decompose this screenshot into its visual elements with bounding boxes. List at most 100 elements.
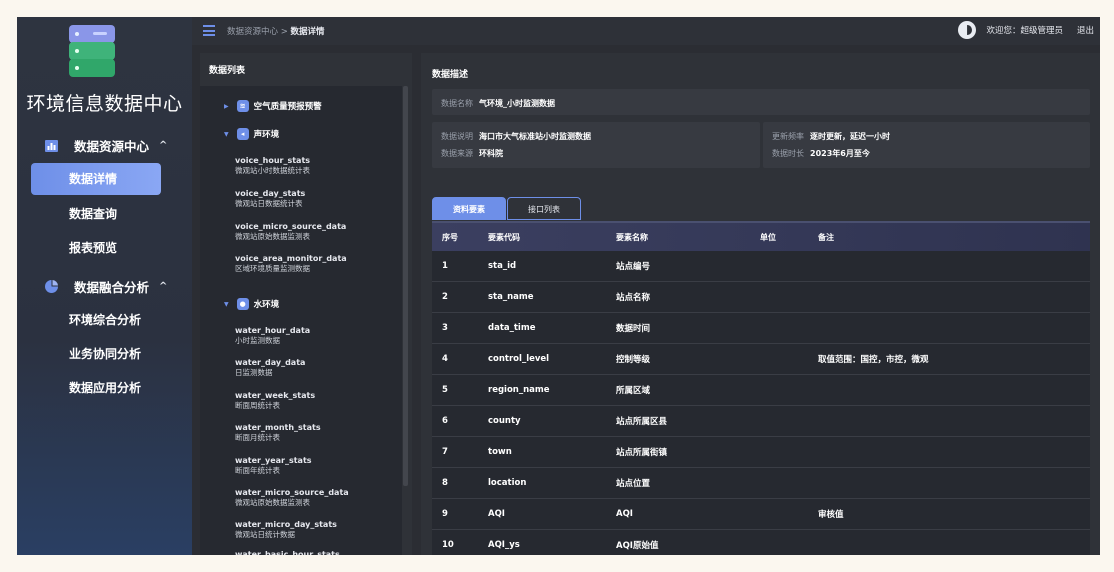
- table-cell: control_level: [488, 354, 550, 364]
- field-label: 更新频率: [772, 132, 804, 141]
- field-label: 数据说明: [441, 132, 473, 141]
- table-cell: location: [488, 478, 527, 488]
- tree-group-label: 水环境: [253, 300, 280, 310]
- tree-group-air[interactable]: ▶ ≋ 空气质量预报预警: [224, 100, 322, 112]
- table-row[interactable]: 8 location 站点位置: [432, 468, 1090, 499]
- avatar[interactable]: [958, 21, 977, 39]
- chevron-up-icon: ^: [159, 140, 168, 151]
- table-cell: 4: [442, 354, 448, 364]
- menu-toggle-icon[interactable]: [203, 25, 215, 36]
- data-info-right: 更新频率 逐时更新，延迟一小时 数据时长 2023年6月至今: [763, 122, 1090, 168]
- nav-item-data-detail[interactable]: 数据详情: [31, 163, 161, 195]
- tab-api-list[interactable]: 接口列表: [507, 197, 581, 220]
- list-item[interactable]: voice_area_monitor_data 区域环境质量监测数据: [235, 254, 347, 274]
- table-cell: 10: [442, 540, 454, 550]
- caret-down-icon: ▼: [224, 300, 229, 308]
- field-label: 数据名称: [441, 99, 473, 108]
- table-cell: sta_id: [488, 261, 517, 271]
- list-item[interactable]: voice_micro_source_data 微观站原始数据监测表: [235, 222, 346, 242]
- nav-group-label: 数据融合分析: [74, 280, 150, 295]
- nav-item-business-analysis[interactable]: 业务协同分析: [31, 338, 161, 370]
- table-row[interactable]: 2 sta_name 站点名称: [432, 282, 1090, 313]
- air-quality-icon: ≋: [236, 100, 249, 112]
- tree-group-noise[interactable]: ▼ ◂ 声环境: [224, 128, 279, 140]
- table-cell: 3: [442, 323, 448, 333]
- table-row[interactable]: 3 data_time 数据时间: [432, 313, 1090, 344]
- table-cell: AQI_ys: [488, 540, 520, 550]
- list-item[interactable]: water_month_stats 断面月统计表: [235, 423, 321, 443]
- table-cell: 1: [442, 261, 448, 271]
- app-window: 环境信息数据中心 数据资源中心 ^ 数据详情 数据查询 报表预览 数据融合分析 …: [17, 17, 1100, 555]
- table-cell: AQI原始值: [616, 541, 659, 551]
- header-unit: 单位: [760, 232, 776, 242]
- data-detail-panel: 数据描述 数据名称 气环境_小时监测数据 数据说明 海口市大气标准站小时监测数据…: [421, 53, 1100, 555]
- header-code: 要素代码: [488, 232, 520, 242]
- nav-item-app-analysis[interactable]: 数据应用分析: [31, 372, 161, 404]
- list-item[interactable]: water_week_stats 断面周统计表: [235, 391, 315, 411]
- header-remark: 备注: [818, 232, 834, 242]
- table-cell: 6: [442, 416, 448, 426]
- list-item[interactable]: water_basic_hour_stats: [235, 550, 340, 555]
- nav-group-data-resource[interactable]: 数据资源中心 ^: [44, 136, 167, 155]
- table-cell: county: [488, 416, 521, 426]
- table-row[interactable]: 4 control_level 控制等级 取值范围：国控，市控，微观: [432, 344, 1090, 375]
- list-item[interactable]: water_micro_day_stats 微观站日统计数据: [235, 520, 337, 540]
- table-cell: 5: [442, 385, 448, 395]
- nav-group-data-fusion[interactable]: 数据融合分析 ^: [44, 277, 167, 296]
- table-cell: data_time: [488, 323, 536, 333]
- list-item[interactable]: water_day_data 日监测数据: [235, 358, 305, 378]
- nav-item-data-query[interactable]: 数据查询: [31, 198, 161, 230]
- tree-group-water[interactable]: ▼ ● 水环境: [224, 298, 279, 310]
- water-icon: ●: [236, 298, 249, 310]
- table-cell: 8: [442, 478, 448, 488]
- data-chart-icon: [44, 139, 58, 153]
- data-list-panel: 数据列表 ▶ ≋ 空气质量预报预警 ▼ ◂ 声环境 voice_hour_sta…: [200, 53, 412, 555]
- table-row[interactable]: 6 county 站点所属区县: [432, 406, 1090, 437]
- field-label: 数据来源: [441, 149, 473, 158]
- breadcrumb-current: 数据详情: [290, 27, 325, 37]
- list-item[interactable]: voice_hour_stats 微观站小时数据统计表: [235, 156, 310, 176]
- table-row[interactable]: 5 region_name 所属区域: [432, 375, 1090, 406]
- list-scrollbar[interactable]: [403, 86, 408, 486]
- database-logo-icon: [67, 25, 123, 83]
- list-item[interactable]: voice_day_stats 微观站日数据统计表: [235, 189, 305, 209]
- data-source-value: 环科院: [479, 149, 503, 158]
- table-cell: sta_name: [488, 292, 534, 302]
- list-item[interactable]: water_micro_source_data 微观站原始数据监测表: [235, 488, 349, 508]
- brand-title: 环境信息数据中心: [26, 93, 183, 115]
- update-frequency-value: 逐时更新，延迟一小时: [810, 132, 890, 141]
- table-cell: 取值范围：国控，市控，微观: [818, 355, 929, 365]
- detail-tabs: 资料要素 接口列表: [432, 197, 582, 220]
- data-desc-value: 海口市大气标准站小时监测数据: [479, 132, 591, 141]
- sidebar: 环境信息数据中心 数据资源中心 ^ 数据详情 数据查询 报表预览 数据融合分析 …: [17, 17, 192, 555]
- table-row[interactable]: 1 sta_id 站点编号: [432, 251, 1090, 282]
- list-item[interactable]: water_hour_data 小时监测数据: [235, 326, 310, 346]
- breadcrumb-parent[interactable]: 数据资源中心: [227, 27, 278, 37]
- table-cell: 站点编号: [616, 262, 651, 272]
- header-name: 要素名称: [616, 232, 648, 242]
- table-row[interactable]: 9 AQI AQI 审核值: [432, 499, 1090, 530]
- table-cell: 站点位置: [616, 479, 651, 489]
- table-row[interactable]: 7 town 站点所属街镇: [432, 437, 1090, 468]
- breadcrumb: 数据资源中心 > 数据详情: [227, 25, 325, 37]
- list-item[interactable]: water_year_stats 断面年统计表: [235, 456, 312, 476]
- table-cell: 站点所属街镇: [616, 448, 668, 458]
- detail-title: 数据描述: [432, 70, 469, 80]
- nav-group-label: 数据资源中心: [74, 139, 150, 154]
- logout-link[interactable]: 退出: [1077, 24, 1094, 36]
- table-cell: 数据时间: [616, 324, 651, 334]
- table-cell: 7: [442, 447, 448, 457]
- caret-down-icon: ▼: [224, 130, 229, 138]
- table-cell: region_name: [488, 385, 550, 395]
- field-label: 数据时长: [772, 149, 804, 158]
- table-cell: 9: [442, 509, 448, 519]
- nav-item-report-preview[interactable]: 报表预览: [31, 232, 161, 264]
- table-row[interactable]: 10 AQI_ys AQI原始值: [432, 530, 1090, 555]
- data-duration-value: 2023年6月至今: [810, 149, 870, 158]
- nav-item-env-analysis[interactable]: 环境综合分析: [31, 304, 161, 336]
- table-cell: 2: [442, 292, 448, 302]
- tab-elements[interactable]: 资料要素: [432, 197, 506, 220]
- top-bar: 数据资源中心 > 数据详情 欢迎您：超级管理员 退出: [192, 17, 1100, 45]
- elements-table: 序号 要素代码 要素名称 单位 备注 1 sta_id 站点编号 2 sta_name 站…: [432, 221, 1090, 555]
- table-cell: AQI: [488, 509, 505, 519]
